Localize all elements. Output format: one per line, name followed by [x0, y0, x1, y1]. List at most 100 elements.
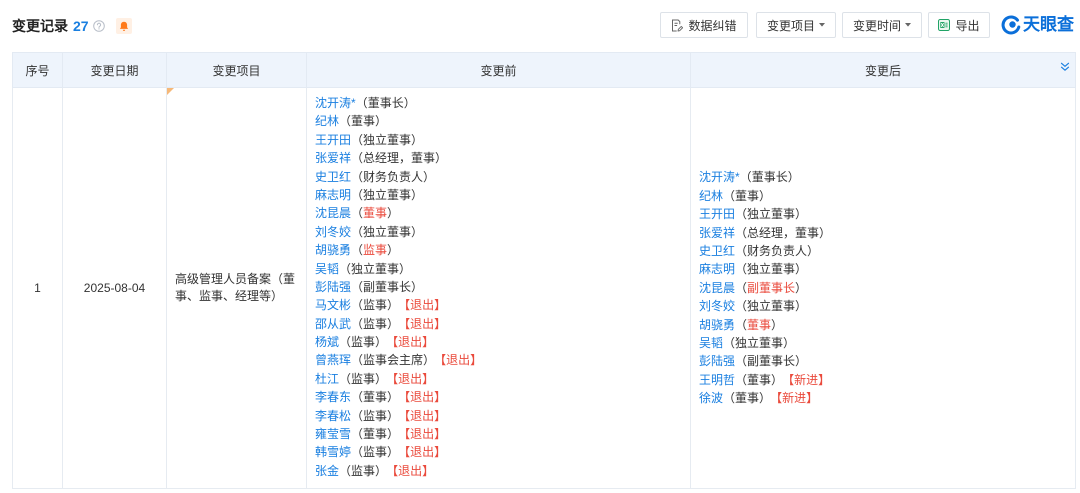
person-entry: 沈开涛*（董事长）: [315, 94, 682, 112]
change-item-text: 高级管理人员备案（董事、监事、经理等）: [175, 272, 296, 303]
person-name-link[interactable]: 韩雪婷: [315, 445, 351, 459]
person-entry: 杜江（监事） 【退出】: [315, 370, 682, 388]
paren-open: （: [351, 224, 364, 239]
person-entry: 纪林（董事）: [699, 187, 1067, 205]
export-button[interactable]: 导出: [928, 12, 990, 38]
person-entry: 刘冬姣（独立董事）: [315, 223, 682, 241]
edit-document-icon: [671, 19, 684, 32]
person-name-link[interactable]: 邵从武: [315, 317, 351, 331]
person-name-link[interactable]: 徐波: [699, 391, 723, 405]
person-name-link[interactable]: 沈开涛*: [315, 96, 356, 110]
person-name-link[interactable]: 王开田: [315, 133, 351, 147]
status-tag: 【退出】: [440, 353, 483, 368]
role-label: 董事: [363, 427, 388, 442]
report-error-button[interactable]: 数据纠错: [660, 12, 748, 38]
person-name-link[interactable]: 彭陆强: [699, 354, 735, 368]
person-name-link[interactable]: 麻志明: [315, 188, 351, 202]
paren-open: （: [351, 353, 364, 368]
person-name-link[interactable]: 胡骁勇: [699, 318, 735, 332]
person-name-link[interactable]: 史卫红: [699, 244, 735, 258]
role-label: 财务负责人: [747, 244, 808, 259]
person-name-link[interactable]: 纪林: [699, 189, 723, 203]
person-name-link[interactable]: 史卫红: [315, 170, 351, 184]
person-name-link[interactable]: 曾燕珲: [315, 353, 351, 367]
person-name-link[interactable]: 刘冬姣: [315, 225, 351, 239]
double-chevron-down-icon[interactable]: [1060, 62, 1070, 72]
person-entry: 杨斌（监事） 【退出】: [315, 333, 682, 351]
person-name-link[interactable]: 李春松: [315, 409, 351, 423]
role-label: 董事: [747, 372, 772, 387]
person-name-link[interactable]: 张金: [315, 464, 339, 478]
person-name-link[interactable]: 王明哲: [699, 373, 735, 387]
paren-open: （: [735, 244, 748, 259]
paren-open: （: [351, 390, 364, 405]
change-time-filter-button[interactable]: 变更时间: [842, 12, 922, 38]
bell-icon[interactable]: [115, 18, 132, 34]
role-label: 董事: [735, 188, 760, 203]
toolbar: 数据纠错 变更项目 变更时间 导出 天眼查: [660, 12, 1075, 38]
person-entry: 胡骁勇（董事）: [699, 316, 1067, 334]
status-tag: 【退出】: [404, 445, 447, 460]
paren-close: ）: [423, 353, 436, 368]
person-name-link[interactable]: 杨斌: [315, 335, 339, 349]
paren-close: ）: [387, 390, 400, 405]
change-time-filter-label: 变更时间: [852, 18, 901, 33]
person-name-link[interactable]: 胡骁勇: [315, 243, 351, 257]
role-label: 董事长: [751, 170, 788, 185]
role-changed-label: 董事: [747, 317, 772, 332]
person-name-link[interactable]: 张爱祥: [699, 226, 735, 240]
paren-close: ）: [375, 463, 388, 478]
person-name-link[interactable]: 张爱祥: [315, 151, 351, 165]
cell-change-date: 2025-08-04: [62, 87, 167, 489]
person-entry: 李春松（监事） 【退出】: [315, 407, 682, 425]
status-tag: 【退出】: [404, 298, 447, 313]
status-tag: 【退出】: [392, 335, 435, 350]
paren-open: （: [735, 207, 748, 222]
person-name-link[interactable]: 麻志明: [699, 262, 735, 276]
paren-close: ）: [819, 225, 832, 240]
status-tag: 【退出】: [404, 408, 447, 423]
person-name-link[interactable]: 纪林: [315, 114, 339, 128]
person-name-link[interactable]: 吴韬: [315, 262, 339, 276]
paren-close: ）: [387, 243, 400, 258]
person-name-link[interactable]: 沈开涛*: [699, 170, 740, 184]
person-entry: 沈昆晨（董事）: [315, 204, 682, 222]
role-label: 独立董事: [351, 261, 400, 276]
paren-close: ）: [411, 187, 424, 202]
person-name-link[interactable]: 雍莹雪: [315, 427, 351, 441]
paren-close: ）: [387, 206, 400, 221]
tianyancha-logo[interactable]: 天眼查: [1001, 12, 1075, 38]
status-tag: 【新进】: [788, 372, 831, 387]
person-entry: 韩雪婷（监事） 【退出】: [315, 443, 682, 461]
paren-open: （: [339, 261, 352, 276]
person-name-link[interactable]: 沈昆晨: [699, 281, 735, 295]
person-name-link[interactable]: 刘冬姣: [699, 299, 735, 313]
status-tag: 【退出】: [404, 390, 447, 405]
paren-close: ）: [411, 224, 424, 239]
person-name-link[interactable]: 王开田: [699, 207, 735, 221]
role-label: 财务负责人: [363, 169, 424, 184]
person-entry: 彭陆强（副董事长）: [315, 278, 682, 296]
paren-close: ）: [375, 114, 388, 129]
person-name-link[interactable]: 彭陆强: [315, 280, 351, 294]
person-name-link[interactable]: 吴韬: [699, 336, 723, 350]
person-entry: 邵从武（监事） 【退出】: [315, 315, 682, 333]
export-label: 导出: [955, 18, 980, 33]
change-item-filter-button[interactable]: 变更项目: [756, 12, 836, 38]
paren-close: ）: [411, 132, 424, 147]
paren-close: ）: [771, 317, 784, 332]
role-label: 监事: [351, 463, 376, 478]
person-name-link[interactable]: 杜江: [315, 372, 339, 386]
person-entry: 马文彬（监事） 【退出】: [315, 296, 682, 314]
person-name-link[interactable]: 李春东: [315, 390, 351, 404]
person-entry: 史卫红（财务负责人）: [315, 168, 682, 186]
person-name-link[interactable]: 马文彬: [315, 298, 351, 312]
status-tag: 【退出】: [392, 371, 435, 386]
role-label: 独立董事: [747, 207, 796, 222]
role-label: 监事: [351, 371, 376, 386]
person-name-link[interactable]: 沈昆晨: [315, 206, 351, 220]
question-circle-icon[interactable]: [92, 20, 105, 32]
title-group: 变更记录 27: [12, 16, 132, 36]
role-label: 监事: [363, 316, 388, 331]
paren-close: ）: [795, 262, 808, 277]
